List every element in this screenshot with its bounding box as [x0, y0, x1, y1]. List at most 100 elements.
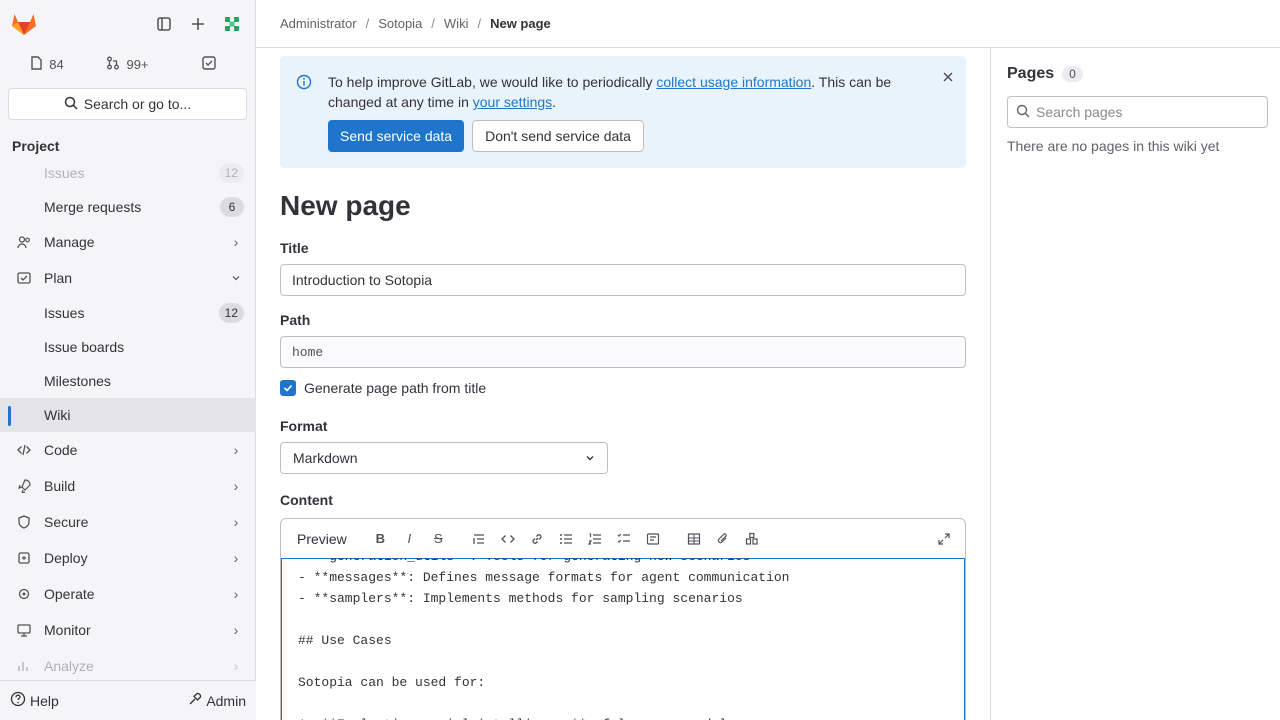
bullet-list-icon[interactable] [553, 525, 580, 553]
gitlab-logo-icon[interactable] [8, 8, 40, 40]
preview-tab[interactable]: Preview [289, 525, 355, 553]
content-line: - **messages**: Defines message formats … [298, 570, 790, 585]
chevron-down-icon [228, 273, 244, 283]
plan-icon [16, 270, 32, 286]
generate-path-label[interactable]: Generate page path from title [304, 380, 486, 396]
sidebar-top [0, 0, 255, 48]
chevron-right-icon: › [233, 478, 239, 494]
code-icon[interactable] [495, 525, 522, 553]
code-icon [16, 442, 32, 458]
help-icon [10, 691, 26, 710]
breadcrumb-new-page[interactable]: New page [490, 16, 551, 31]
sidebar-item-code[interactable]: Code › [0, 432, 256, 468]
issues-counter[interactable]: 84 [8, 48, 85, 80]
italic-icon[interactable]: I [396, 525, 423, 553]
sidebar-item-milestones[interactable]: Milestones [0, 364, 256, 398]
user-avatar[interactable] [217, 8, 247, 40]
alert-text: To help improve GitLab, we would like to… [328, 74, 892, 110]
sidebar-item-analyze[interactable]: Analyze › [0, 648, 256, 680]
sidebar-item-plan[interactable]: Plan [0, 260, 256, 296]
table-icon[interactable] [681, 525, 708, 553]
strikethrough-icon[interactable]: S [425, 525, 452, 553]
shield-icon [16, 514, 32, 530]
help-button[interactable]: Help [10, 691, 59, 710]
title-input[interactable]: Introduction to Sotopia [280, 264, 966, 296]
content-label: Content [280, 492, 333, 508]
users-icon [16, 234, 32, 250]
admin-icon [188, 692, 202, 709]
search-icon [1016, 104, 1030, 121]
path-input[interactable]: home [280, 336, 966, 368]
sidebar-bottom: Help Admin [0, 680, 256, 720]
rocket-icon [16, 478, 32, 494]
send-service-data-button[interactable]: Send service data [328, 120, 465, 152]
bold-icon[interactable]: B [367, 525, 394, 553]
sidebar-item-secure[interactable]: Secure › [0, 504, 256, 540]
pages-panel: Pages 0 Search pages There are no pages … [990, 48, 1280, 720]
pages-count-badge: 0 [1062, 66, 1083, 82]
todo-check-icon [201, 55, 216, 73]
toggle-sidebar-icon[interactable] [149, 8, 179, 40]
sidebar-item-merge-requests[interactable]: Merge requests 6 [0, 190, 256, 224]
sidebar-item-manage[interactable]: Manage › [0, 224, 256, 260]
your-settings-link[interactable]: your settings [473, 94, 552, 110]
pages-title: Pages 0 [1007, 64, 1268, 84]
chevron-down-icon [585, 450, 595, 466]
close-icon[interactable] [942, 70, 954, 86]
collapsible-icon[interactable] [640, 525, 667, 553]
sidebar-item-build[interactable]: Build › [0, 468, 256, 504]
chevron-right-icon: › [233, 658, 239, 674]
breadcrumb-sotopia[interactable]: Sotopia [378, 16, 422, 31]
sidebar-item-wiki[interactable]: Wiki [0, 398, 256, 432]
section-title-project: Project [12, 138, 60, 154]
sidebar-item-operate[interactable]: Operate › [0, 576, 256, 612]
numbered-list-icon[interactable] [582, 525, 609, 553]
editor-toolbar: Preview B I S [281, 519, 965, 559]
issues-icon [16, 165, 32, 181]
task-list-icon[interactable] [611, 525, 638, 553]
admin-button[interactable]: Admin [188, 692, 246, 709]
generate-path-checkbox[interactable] [280, 380, 296, 396]
content-line: Sotopia can be used for: [298, 675, 486, 690]
top-header: Administrator / Sotopia / Wiki / New pag… [256, 0, 1280, 48]
content-line [298, 693, 789, 714]
sidebar-item-issues-faded[interactable]: Issues 12 [0, 156, 256, 190]
sidebar-item-plan-issues[interactable]: Issues 12 [0, 296, 256, 330]
format-select[interactable]: Markdown [280, 442, 608, 474]
search-or-go-button[interactable]: Search or go to... [8, 88, 247, 120]
dont-send-service-data-button[interactable]: Don't send service data [472, 120, 644, 152]
todos-counter[interactable] [170, 48, 247, 80]
sidebar-item-deploy[interactable]: Deploy › [0, 540, 256, 576]
sidebar-item-monitor[interactable]: Monitor › [0, 612, 256, 648]
generate-path-row: Generate page path from title [280, 378, 966, 398]
attach-file-icon[interactable] [710, 525, 737, 553]
chevron-right-icon: › [233, 550, 239, 566]
content-line [298, 609, 789, 630]
quote-icon[interactable] [466, 525, 493, 553]
search-pages-input[interactable]: Search pages [1007, 96, 1268, 128]
content-textarea[interactable]: - **generation_utils**: Tools for genera… [281, 558, 965, 720]
fullscreen-icon[interactable] [930, 525, 957, 553]
content-line: 1. **Evaluating social intelligence** of… [298, 714, 789, 720]
breadcrumb-administrator[interactable]: Administrator [280, 16, 357, 31]
page-title: New page [280, 190, 411, 221]
format-label: Format [280, 418, 328, 434]
usage-data-alert: To help improve GitLab, we would like to… [280, 56, 966, 168]
main-content: To help improve GitLab, we would like to… [280, 56, 966, 720]
path-label: Path [280, 312, 311, 328]
create-new-icon[interactable] [183, 8, 213, 40]
content-line: - **samplers**: Implements methods for s… [298, 591, 743, 606]
cloud-gear-icon [16, 586, 32, 602]
monitor-icon [16, 622, 32, 638]
merge-requests-counter[interactable]: 99+ [89, 48, 166, 80]
sidebar: 84 99+ Search or go to... Project Issues… [0, 0, 256, 720]
sidebar-nav: Issues 12 Merge requests 6 Manage › Plan… [0, 156, 256, 680]
sidebar-item-issue-boards[interactable]: Issue boards [0, 330, 256, 364]
breadcrumb-wiki[interactable]: Wiki [444, 16, 469, 31]
collect-usage-link[interactable]: collect usage information [656, 74, 811, 90]
link-icon[interactable] [524, 525, 551, 553]
more-options-icon[interactable] [739, 525, 766, 553]
chevron-right-icon: › [233, 586, 239, 602]
chevron-right-icon: › [233, 622, 239, 638]
chevron-right-icon: › [233, 442, 239, 458]
